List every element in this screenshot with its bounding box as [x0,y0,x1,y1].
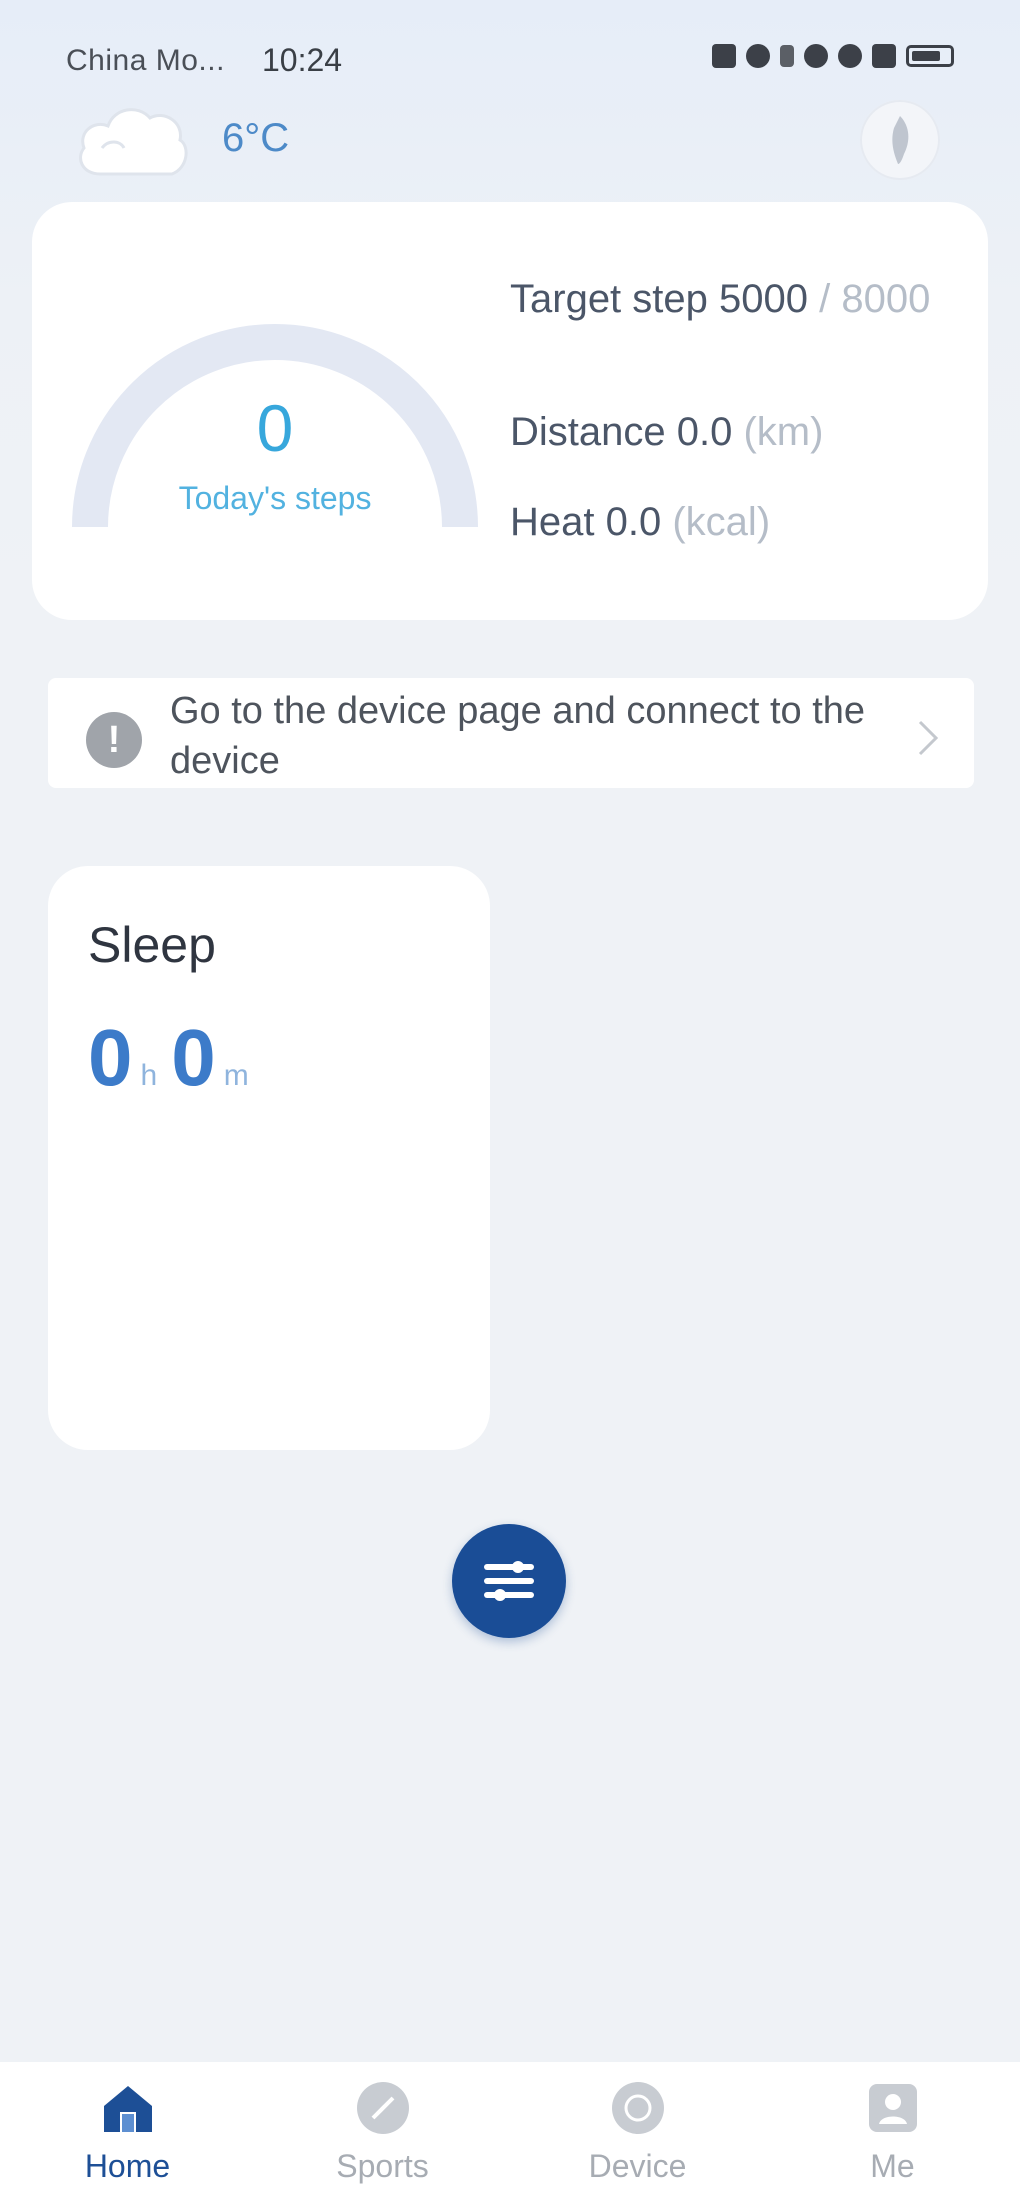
sleep-hours-unit: h [140,1059,158,1092]
status-icons [712,44,954,68]
distance-value: 0.0 [676,410,733,454]
sleep-card[interactable]: Sleep 0h0m [48,866,490,1450]
device-icon [611,2082,664,2134]
sleep-minutes: 0 [171,1013,216,1102]
nav-home[interactable]: Home [0,2062,255,2204]
steps-card[interactable]: 0 Today's steps Target step 5000 / 8000 … [32,202,988,620]
heat-value: 0.0 [605,500,662,544]
distance-label: Distance [510,410,666,454]
target-step-goal: 8000 [841,277,931,321]
sliders-icon [484,1561,534,1601]
nav-me[interactable]: Me [765,2062,1020,2204]
today-steps-value: 0 [256,391,294,465]
cloud-icon [79,108,188,176]
heat-row: Heat 0.0 (kcal) [510,500,770,545]
signal-icon [872,44,896,68]
status-time: 10:24 [262,42,343,78]
today-steps-label: Today's steps [178,480,372,516]
home-icon [103,2086,152,2132]
sync-icon [746,44,770,68]
edit-cards-button[interactable] [452,1524,566,1638]
nav-me-label: Me [870,2148,915,2184]
sleep-title: Sleep [88,917,216,973]
target-step-row: Target step 5000 / 8000 [510,270,970,328]
profile-avatar-button[interactable] [860,100,940,180]
battery-icon [906,45,954,67]
avatar-icon [892,116,909,164]
me-icon [868,2084,917,2132]
sleep-hours: 0 [88,1013,133,1102]
heat-unit: (kcal) [672,500,771,544]
heat-label: Heat [510,500,595,544]
target-separator: / [819,277,831,321]
nav-home-label: Home [84,2148,171,2184]
target-step-current: 5000 [719,277,808,321]
connect-device-notice[interactable]: ! Go to the device page and connect to t… [48,678,974,788]
sports-icon [356,2082,409,2134]
target-step-label: Target step [510,277,708,321]
sleep-duration: 0h0m [88,1012,263,1104]
nav-device[interactable]: Device [510,2062,765,2204]
temperature: 6°C [222,116,290,160]
distance-row: Distance 0.0 (km) [510,410,823,455]
nav-device-label: Device [588,2148,687,2184]
alarm-icon [838,44,862,68]
bottom-nav: Home Sports Device Me [0,2062,1020,2204]
info-icon: ! [86,712,142,768]
nav-sports-label: Sports [336,2148,429,2184]
nav-sports[interactable]: Sports [255,2062,510,2204]
notice-text: Go to the device page and connect to the… [170,690,866,782]
location-icon [804,44,828,68]
nfc-icon [712,44,736,68]
chevron-right-icon [918,720,939,756]
bluetooth-icon [780,45,794,67]
sleep-minutes-unit: m [223,1059,249,1092]
distance-unit: (km) [743,410,824,454]
carrier-name: China Mo... [66,44,225,77]
